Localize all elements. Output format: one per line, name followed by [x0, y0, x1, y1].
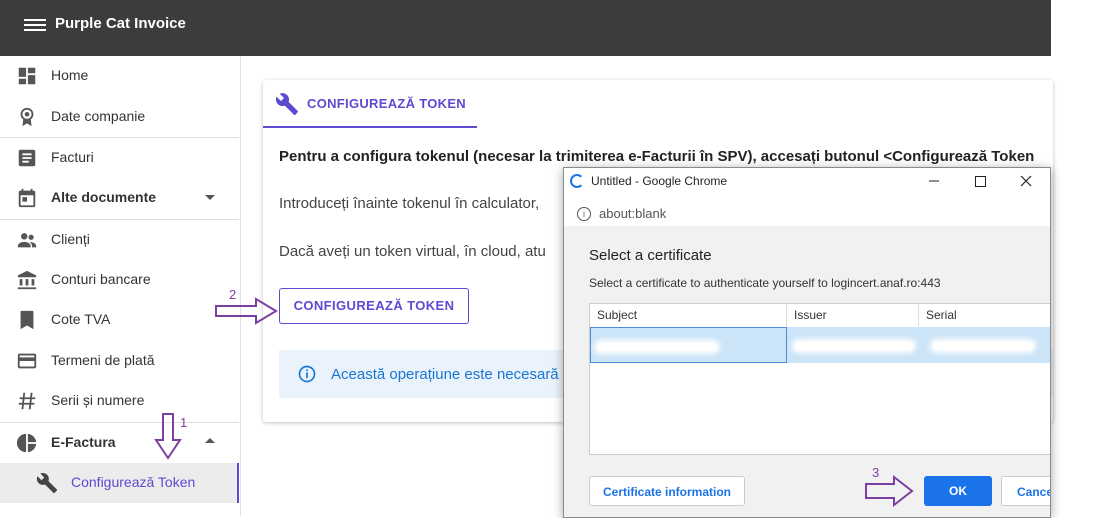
subject-cell[interactable] [590, 327, 787, 363]
arrow-down-icon [154, 413, 182, 460]
instructions-text-2: Dacă aveți un token virtual, în cloud, a… [279, 243, 546, 260]
arrow-right-icon [215, 297, 278, 325]
dashboard-icon [18, 67, 36, 85]
sidebar-item-label: Clienți [51, 231, 90, 247]
calendar-icon [18, 188, 36, 208]
certificate-information-button[interactable]: Certificate information [589, 476, 745, 506]
app-title: Purple Cat Invoice [55, 15, 186, 32]
redacted-text [933, 342, 1033, 350]
column-header-serial[interactable]: Serial [919, 304, 1050, 326]
minimize-icon [929, 180, 939, 182]
app-bar: Purple Cat Invoice [0, 0, 1051, 56]
bank-icon [17, 270, 37, 290]
instructions-heading: Pentru a configura tokenul (necesar la t… [279, 148, 1035, 165]
loading-icon [570, 174, 584, 188]
info-icon[interactable]: i [577, 207, 591, 221]
award-icon [20, 107, 34, 127]
instructions-text-1: Introduceți înainte tokenul în calculato… [279, 195, 540, 212]
column-header-issuer[interactable]: Issuer [787, 304, 919, 326]
sidebar-item-label: Termeni de plată [51, 352, 155, 368]
tab-label: CONFIGUREAZĂ TOKEN [307, 96, 466, 111]
sidebar-item-label: Date companie [51, 108, 146, 124]
chevron-up-icon[interactable] [205, 438, 215, 443]
sidebar-item-label: E-Factura [51, 434, 116, 450]
tab-configureaza-token[interactable]: CONFIGUREAZĂ TOKEN [263, 80, 477, 128]
redacted-text [795, 342, 913, 350]
minimize-button[interactable] [911, 168, 957, 194]
sidebar-item-e-factura[interactable]: E-Factura [0, 423, 239, 463]
wrench-icon [36, 473, 58, 494]
wrench-icon [275, 93, 298, 115]
cancel-button[interactable]: Cance [1001, 476, 1050, 506]
info-text: Această operațiune este necesară o s [331, 366, 583, 383]
credit-card-icon [17, 353, 37, 369]
sidebar-item-cote-tva[interactable]: Cote TVA [0, 300, 239, 340]
pie-chart-icon [16, 433, 37, 453]
sidebar-item-label: Serii și numere [51, 392, 145, 408]
url-text: about:blank [599, 206, 667, 221]
chevron-down-icon[interactable] [205, 195, 215, 200]
chrome-window: Untitled - Google Chrome i about:blank S… [563, 167, 1051, 518]
sidebar-item-clienti[interactable]: Clienți [0, 220, 239, 260]
window-titlebar[interactable]: Untitled - Google Chrome [564, 168, 1050, 194]
configure-token-button[interactable]: CONFIGUREAZĂ TOKEN [279, 288, 469, 324]
maximize-button[interactable] [957, 168, 1003, 194]
sidebar-item-serii-si-numere[interactable]: Serii și numere [0, 381, 239, 421]
sidebar-item-date-companie[interactable]: Date companie [0, 97, 239, 137]
close-icon [1020, 175, 1032, 187]
certificate-table: Subject Issuer Serial [589, 303, 1050, 455]
window-title: Untitled - Google Chrome [591, 174, 728, 188]
sidebar-item-home[interactable]: Home [0, 56, 239, 96]
sidebar-item-alte-documente[interactable]: Alte documente [0, 178, 239, 218]
bookmark-icon [20, 310, 34, 330]
redacted-text [597, 343, 717, 351]
sidebar-item-label: Configurează Token [71, 474, 196, 490]
sidebar-item-configureaza-token[interactable]: Configurează Token [0, 463, 239, 503]
ok-button[interactable]: OK [924, 476, 992, 506]
sidebar-item-termeni-de-plata[interactable]: Termeni de plată [0, 341, 239, 381]
annotation-step-3: 3 [872, 465, 880, 480]
hash-icon [18, 392, 36, 410]
info-icon [298, 365, 316, 383]
document-icon [18, 149, 36, 167]
dialog-title: Select a certificate [589, 247, 712, 264]
issuer-cell[interactable] [787, 327, 919, 363]
menu-icon[interactable] [24, 16, 46, 36]
annotation-step-2: 2 [229, 287, 237, 302]
sidebar: Home Date companie Facturi Alte document… [0, 56, 241, 516]
certificate-dialog: Select a certificate Select a certificat… [564, 226, 1050, 517]
sidebar-item-facturi[interactable]: Facturi [0, 138, 239, 178]
maximize-icon [975, 176, 986, 187]
sidebar-item-label: Facturi [51, 149, 94, 165]
column-header-subject[interactable]: Subject [590, 304, 787, 326]
address-bar[interactable]: i about:blank [564, 202, 1050, 227]
sidebar-item-label: Conturi bancare [51, 271, 151, 287]
sidebar-item-conturi-bancare[interactable]: Conturi bancare [0, 260, 239, 300]
annotation-step-1: 1 [180, 415, 188, 430]
table-row[interactable] [590, 327, 1050, 363]
sidebar-item-label: Cote TVA [51, 311, 111, 327]
serial-cell[interactable] [919, 327, 1050, 363]
close-button[interactable] [1003, 168, 1049, 194]
people-icon [17, 233, 37, 248]
sidebar-item-label: Home [51, 67, 89, 83]
dialog-subtitle: Select a certificate to authenticate you… [589, 276, 941, 290]
sidebar-item-label: Alte documente [51, 189, 157, 205]
